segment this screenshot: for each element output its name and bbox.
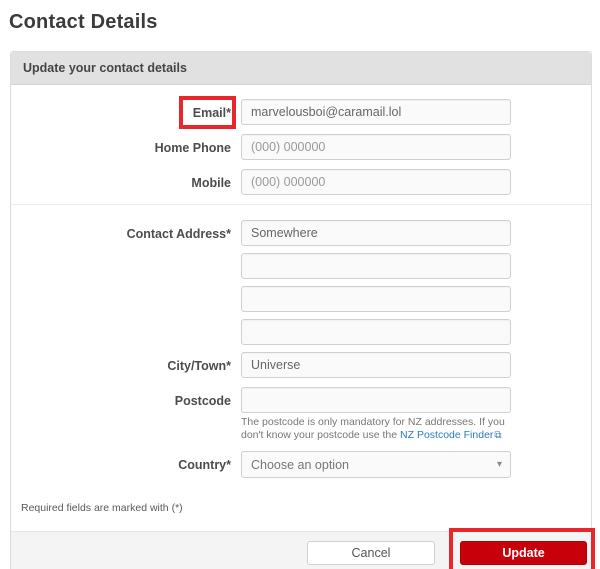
form-footer: Cancel Update bbox=[11, 528, 595, 569]
required-fields-note: Required fields are marked with (*) bbox=[21, 502, 183, 514]
address-line-3-input[interactable] bbox=[241, 286, 511, 312]
home-phone-input[interactable] bbox=[241, 134, 511, 160]
address-line-2-row bbox=[11, 253, 591, 279]
contact-address-label: Contact Address* bbox=[126, 227, 231, 241]
page-title: Contact Details bbox=[9, 11, 158, 33]
mobile-input[interactable] bbox=[241, 169, 511, 195]
city-town-input[interactable] bbox=[241, 352, 511, 378]
city-town-row: City/Town* bbox=[11, 352, 591, 378]
email-label-annotation: Email* bbox=[178, 96, 237, 129]
address-line-1-input[interactable] bbox=[241, 220, 511, 246]
postcode-label: Postcode bbox=[174, 394, 231, 408]
mobile-label: Mobile bbox=[191, 176, 231, 190]
address-line-2-input[interactable] bbox=[241, 253, 511, 279]
home-phone-label: Home Phone bbox=[154, 141, 231, 155]
update-button-annotation: Update bbox=[449, 528, 595, 569]
nz-postcode-finder-link[interactable]: NZ Postcode Finder bbox=[400, 429, 493, 441]
email-input[interactable] bbox=[241, 99, 511, 125]
country-select[interactable]: Choose an option ▾ bbox=[241, 451, 511, 478]
postcode-row: Postcode The postcode is only mandatory … bbox=[11, 387, 591, 442]
address-line-4-input[interactable] bbox=[241, 319, 511, 345]
address-line-3-row bbox=[11, 286, 591, 312]
email-label-cell: Email* bbox=[11, 96, 237, 129]
cancel-button[interactable]: Cancel bbox=[307, 541, 435, 565]
postcode-help-text: The postcode is only mandatory for NZ ad… bbox=[241, 416, 513, 442]
external-link-icon: ⧉ bbox=[494, 430, 502, 441]
mobile-row: Mobile bbox=[11, 169, 591, 195]
contact-address-row: Contact Address* bbox=[11, 220, 591, 246]
section-divider bbox=[11, 204, 591, 205]
email-label: Email* bbox=[192, 106, 231, 120]
contact-details-panel: Update your contact details Email* Home … bbox=[10, 51, 595, 569]
city-town-label: City/Town* bbox=[167, 359, 231, 373]
home-phone-row: Home Phone bbox=[11, 134, 591, 160]
update-button[interactable]: Update bbox=[460, 541, 587, 565]
postcode-input[interactable] bbox=[241, 387, 511, 413]
country-select-value: Choose an option bbox=[251, 457, 349, 472]
panel-header: Update your contact details bbox=[11, 52, 591, 85]
address-line-4-row bbox=[11, 319, 591, 345]
contact-details-form: Email* Home Phone Mobile Contact Address… bbox=[11, 85, 591, 531]
country-label: Country* bbox=[178, 458, 231, 472]
email-row: Email* bbox=[11, 96, 591, 129]
chevron-down-icon: ▾ bbox=[496, 459, 502, 470]
country-row: Country* Choose an option ▾ bbox=[11, 451, 591, 478]
